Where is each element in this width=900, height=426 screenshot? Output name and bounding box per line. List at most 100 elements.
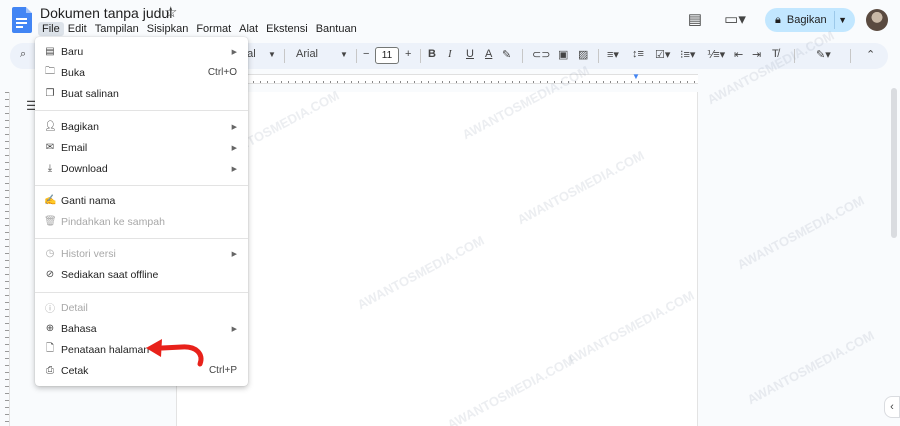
rename-icon: ✍ <box>44 195 57 206</box>
menu-item-details: ⓘ Detail <box>35 297 248 318</box>
menu-item-make-copy[interactable]: ❐ Buat salinan <box>35 83 248 104</box>
menu-file[interactable]: File <box>38 22 64 36</box>
menu-divider <box>35 238 248 239</box>
menu-divider <box>35 110 248 111</box>
header-bar: Dokumen tanpa judul ☆ File Edit Tampilan… <box>0 0 900 40</box>
menu-item-label: Download <box>61 162 108 175</box>
line-spacing-icon[interactable]: ↕≡ <box>632 48 644 60</box>
increase-indent-icon[interactable]: ⇥ <box>752 48 761 61</box>
document-page[interactable] <box>176 92 698 426</box>
email-icon: ✉ <box>45 142 55 153</box>
file-menu: ▤ Baru ▶ 🗀︎ Buka Ctrl+O ❐ Buat salinan 👤… <box>35 37 248 386</box>
align-icon[interactable]: ≡▾ <box>607 48 619 61</box>
chevron-down-icon[interactable]: ▼ <box>268 50 276 59</box>
increase-font-size-icon[interactable]: + <box>405 48 411 60</box>
share-person-icon: 👤︎ <box>44 121 57 132</box>
caret-down-icon[interactable]: ▼ <box>838 15 847 25</box>
folder-icon: 🗀︎ <box>45 66 55 77</box>
page-setup-icon: 🗋︎ <box>45 343 55 354</box>
toolbar-divider <box>794 49 795 63</box>
annotation-arrow-icon <box>146 339 204 367</box>
copy-icon: ❐ <box>45 88 55 99</box>
menu-item-label: Histori versi <box>61 247 116 260</box>
italic-icon[interactable]: I <box>448 48 452 60</box>
chevron-down-icon[interactable]: ▼ <box>340 50 348 59</box>
shortcut-label: Ctrl+O <box>207 67 237 78</box>
submenu-arrow-icon: ▶ <box>231 123 237 131</box>
vertical-ruler[interactable] <box>0 92 10 426</box>
submenu-arrow-icon: ▶ <box>231 144 237 152</box>
menu-item-label: Bahasa <box>61 322 97 335</box>
menu-item-offline[interactable]: ⊘ Sediakan saat offline <box>35 264 248 285</box>
search-menus-icon[interactable]: ⌕ <box>20 48 26 61</box>
menu-item-label: Penataan halaman <box>61 343 150 356</box>
link-icon[interactable]: ⊂⊃ <box>532 48 550 61</box>
download-icon: ⤓ <box>47 163 53 174</box>
font-size-input[interactable]: 11 <box>375 47 399 64</box>
submenu-arrow-icon: ▶ <box>231 165 237 173</box>
menu-item-rename[interactable]: ✍ Ganti nama <box>35 190 248 211</box>
lock-icon: 🔒︎ <box>775 13 781 26</box>
menu-insert[interactable]: Sisipkan <box>143 22 193 36</box>
menu-item-download[interactable]: ⤓ Download ▶ <box>35 158 248 179</box>
bold-icon[interactable]: B <box>428 48 436 60</box>
scrollbar[interactable] <box>891 88 897 238</box>
decrease-indent-icon[interactable]: ⇤ <box>734 48 743 61</box>
image-icon[interactable]: ▨ <box>578 48 588 61</box>
menu-edit[interactable]: Edit <box>64 22 91 36</box>
menu-item-label: Ganti nama <box>61 194 116 207</box>
menu-help[interactable]: Bantuan <box>312 22 361 36</box>
print-icon: ⎙ <box>46 365 54 376</box>
menu-view[interactable]: Tampilan <box>91 22 143 36</box>
collapse-toolbar-icon[interactable]: ⌃ <box>866 48 875 61</box>
submenu-arrow-icon: ▶ <box>231 325 237 333</box>
info-icon: ⓘ <box>45 304 55 315</box>
highlight-icon[interactable]: ✎ <box>502 48 511 61</box>
side-panel-toggle-icon[interactable]: ‹ <box>884 396 900 418</box>
globe-icon: ⊕ <box>45 323 55 334</box>
trash-icon: 🗑︎ <box>44 216 57 227</box>
text-color-icon[interactable]: A <box>485 48 492 60</box>
menu-item-new[interactable]: ▤ Baru ▶ <box>35 41 248 62</box>
menu-item-move-to-trash: 🗑︎ Pindahkan ke sampah <box>35 211 248 232</box>
toolbar-divider <box>522 49 523 63</box>
toolbar-divider <box>284 49 285 63</box>
meet-icon[interactable]: ▭▾ <box>720 10 750 28</box>
underline-icon[interactable]: U <box>466 48 474 60</box>
menu-item-version-history: ◷ Histori versi ▶ <box>35 243 248 264</box>
history-icon: ◷ <box>45 248 55 259</box>
menu-item-open[interactable]: 🗀︎ Buka Ctrl+O <box>35 62 248 83</box>
menu-format[interactable]: Format <box>192 22 235 36</box>
share-divider <box>834 11 835 29</box>
indent-marker-icon[interactable]: ▼ <box>632 72 640 81</box>
avatar[interactable] <box>866 9 888 31</box>
share-button[interactable]: 🔒︎ Bagikan ▼ <box>765 8 855 32</box>
bulleted-list-icon[interactable]: ⁝≡▾ <box>680 48 695 61</box>
font-select[interactable]: Arial <box>296 48 318 60</box>
decrease-font-size-icon[interactable]: − <box>363 48 369 60</box>
menu-extensions[interactable]: Ekstensi <box>262 22 312 36</box>
watermark: AWANTOSMEDIA.COM <box>734 192 867 273</box>
comment-icon[interactable]: ▣ <box>558 48 568 61</box>
comment-history-icon[interactable]: ▤ <box>684 10 706 28</box>
checklist-icon[interactable]: ☑▾ <box>655 48 670 61</box>
ruler-track <box>176 74 698 84</box>
menu-item-share[interactable]: 👤︎ Bagikan ▶ <box>35 116 248 137</box>
menu-item-label: Sediakan saat offline <box>61 268 159 281</box>
menu-item-label: Buka <box>61 66 85 79</box>
numbered-list-icon[interactable]: ⅟≡▾ <box>707 48 725 61</box>
toolbar-divider <box>356 49 357 63</box>
star-icon[interactable]: ☆ <box>164 3 177 21</box>
menu-item-label: Email <box>61 141 88 154</box>
google-docs-icon[interactable] <box>12 7 32 33</box>
toolbar-divider <box>598 49 599 63</box>
clear-formatting-icon[interactable]: T̸ <box>772 48 779 60</box>
menu-item-label: Detail <box>61 301 88 314</box>
new-doc-icon: ▤ <box>45 46 55 57</box>
menu-divider <box>35 185 248 186</box>
menu-item-label: Cetak <box>61 364 89 377</box>
editing-mode-icon[interactable]: ✎▾ <box>816 48 831 61</box>
document-title[interactable]: Dokumen tanpa judul <box>40 5 172 21</box>
menu-tools[interactable]: Alat <box>235 22 262 36</box>
menu-item-email[interactable]: ✉ Email ▶ <box>35 137 248 158</box>
